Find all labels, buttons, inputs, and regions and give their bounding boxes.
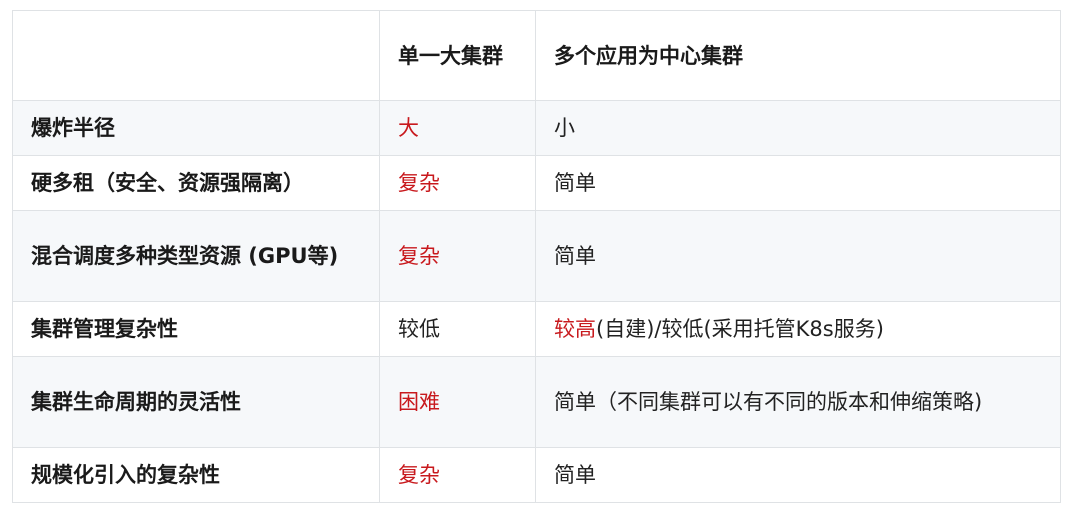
row-label: 硬多租（安全、资源强隔离）: [12, 155, 380, 211]
multi-cluster-highlight: 较高: [554, 317, 596, 341]
multi-cluster-text: 简单（不同集群可以有不同的版本和伸缩策略): [554, 390, 983, 414]
multi-cluster-text: 简单: [554, 463, 596, 487]
table-row: 集群管理复杂性 较低 较高(自建)/较低(采用托管K8s服务): [12, 301, 1061, 357]
row-label: 混合调度多种类型资源 (GPU等): [12, 210, 380, 302]
multi-cluster-value: 简单: [535, 155, 1061, 211]
multi-cluster-value: 较高(自建)/较低(采用托管K8s服务): [535, 301, 1061, 357]
table-body: 爆炸半径 大 小 硬多租（安全、资源强隔离） 复杂 简单 混合调度多种类型资源 …: [12, 100, 1061, 503]
single-cluster-value: 困难: [379, 356, 536, 448]
table-row: 规模化引入的复杂性 复杂 简单: [12, 447, 1061, 503]
multi-cluster-value: 简单（不同集群可以有不同的版本和伸缩策略): [535, 356, 1061, 448]
multi-cluster-value: 小: [535, 100, 1061, 156]
single-cluster-value: 较低: [379, 301, 536, 357]
table-row: 爆炸半径 大 小: [12, 100, 1061, 156]
multi-cluster-value: 简单: [535, 447, 1061, 503]
table-header: 单一大集群 多个应用为中心集群: [12, 10, 1061, 101]
row-label: 集群生命周期的灵活性: [12, 356, 380, 448]
header-multi-cluster: 多个应用为中心集群: [535, 10, 1061, 101]
table-row: 集群生命周期的灵活性 困难 简单（不同集群可以有不同的版本和伸缩策略): [12, 356, 1061, 448]
header-empty-cell: [12, 10, 380, 101]
header-single-cluster: 单一大集群: [379, 10, 536, 101]
row-label: 规模化引入的复杂性: [12, 447, 380, 503]
table-row: 混合调度多种类型资源 (GPU等) 复杂 简单: [12, 210, 1061, 302]
multi-cluster-text: (自建)/较低(采用托管K8s服务): [596, 317, 884, 341]
row-label: 爆炸半径: [12, 100, 380, 156]
single-cluster-value: 复杂: [379, 447, 536, 503]
comparison-table: 单一大集群 多个应用为中心集群 爆炸半径 大 小 硬多租（安全、资源强隔离） 复…: [12, 10, 1061, 503]
table-row: 硬多租（安全、资源强隔离） 复杂 简单: [12, 155, 1061, 211]
multi-cluster-text: 小: [554, 116, 575, 140]
multi-cluster-text: 简单: [554, 171, 596, 195]
single-cluster-value: 大: [379, 100, 536, 156]
header-row: 单一大集群 多个应用为中心集群: [12, 10, 1061, 101]
multi-cluster-text: 简单: [554, 244, 596, 268]
multi-cluster-value: 简单: [535, 210, 1061, 302]
single-cluster-value: 复杂: [379, 210, 536, 302]
row-label: 集群管理复杂性: [12, 301, 380, 357]
single-cluster-value: 复杂: [379, 155, 536, 211]
